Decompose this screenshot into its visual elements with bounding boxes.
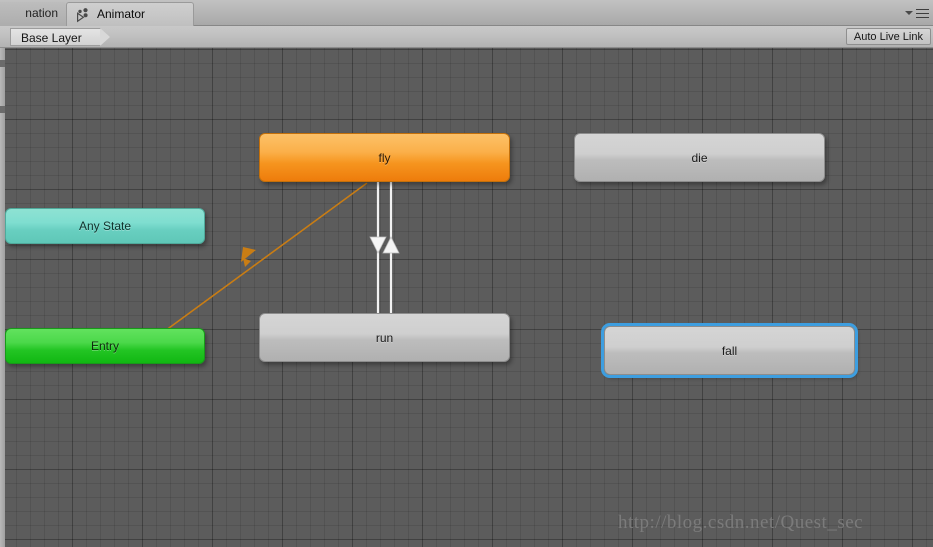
layer-toolbar: Base Layer Auto Live Link: [0, 26, 933, 48]
state-node-label: fall: [721, 343, 738, 358]
divider-notch: [0, 106, 5, 113]
tab-animator[interactable]: Animator: [66, 2, 194, 26]
divider-notch: [0, 60, 5, 67]
animator-window: nation Animator Base Layer Auto Live Lin…: [0, 0, 933, 547]
state-node-label: die: [691, 150, 708, 165]
state-node-label: run: [375, 330, 394, 345]
state-node-label: Entry: [90, 339, 119, 353]
auto-live-link-label: Auto Live Link: [853, 31, 923, 43]
state-node-die[interactable]: die: [574, 133, 825, 182]
state-node-label: fly: [378, 150, 391, 165]
window-menu-group[interactable]: [903, 6, 929, 20]
state-node-label: Any State: [78, 219, 132, 233]
left-panel-divider[interactable]: [0, 48, 5, 547]
auto-live-link-button[interactable]: Auto Live Link: [845, 28, 931, 45]
state-node-entry[interactable]: Entry: [5, 328, 205, 364]
window-tab-bar: nation Animator: [0, 0, 933, 26]
state-node-fall[interactable]: fall: [601, 323, 858, 378]
animator-icon: [75, 7, 91, 23]
caret-down-icon[interactable]: [905, 11, 913, 15]
state-node-any-state[interactable]: Any State: [5, 208, 205, 244]
tab-animation[interactable]: nation: [0, 2, 66, 26]
state-node-fly[interactable]: fly: [259, 133, 510, 182]
breadcrumb-base-layer[interactable]: Base Layer: [10, 28, 110, 46]
state-machine-canvas[interactable]: Any State Entry fly die run fall: [0, 48, 933, 547]
tab-animation-label: nation: [25, 6, 58, 20]
breadcrumb-label: Base Layer: [21, 31, 82, 45]
watermark-text: http://blog.csdn.net/Quest_sec: [618, 512, 864, 533]
transitions-layer: [142, 182, 400, 348]
tab-animator-label: Animator: [97, 7, 146, 21]
state-node-run[interactable]: run: [259, 313, 510, 362]
hamburger-menu-icon[interactable]: [916, 8, 929, 18]
